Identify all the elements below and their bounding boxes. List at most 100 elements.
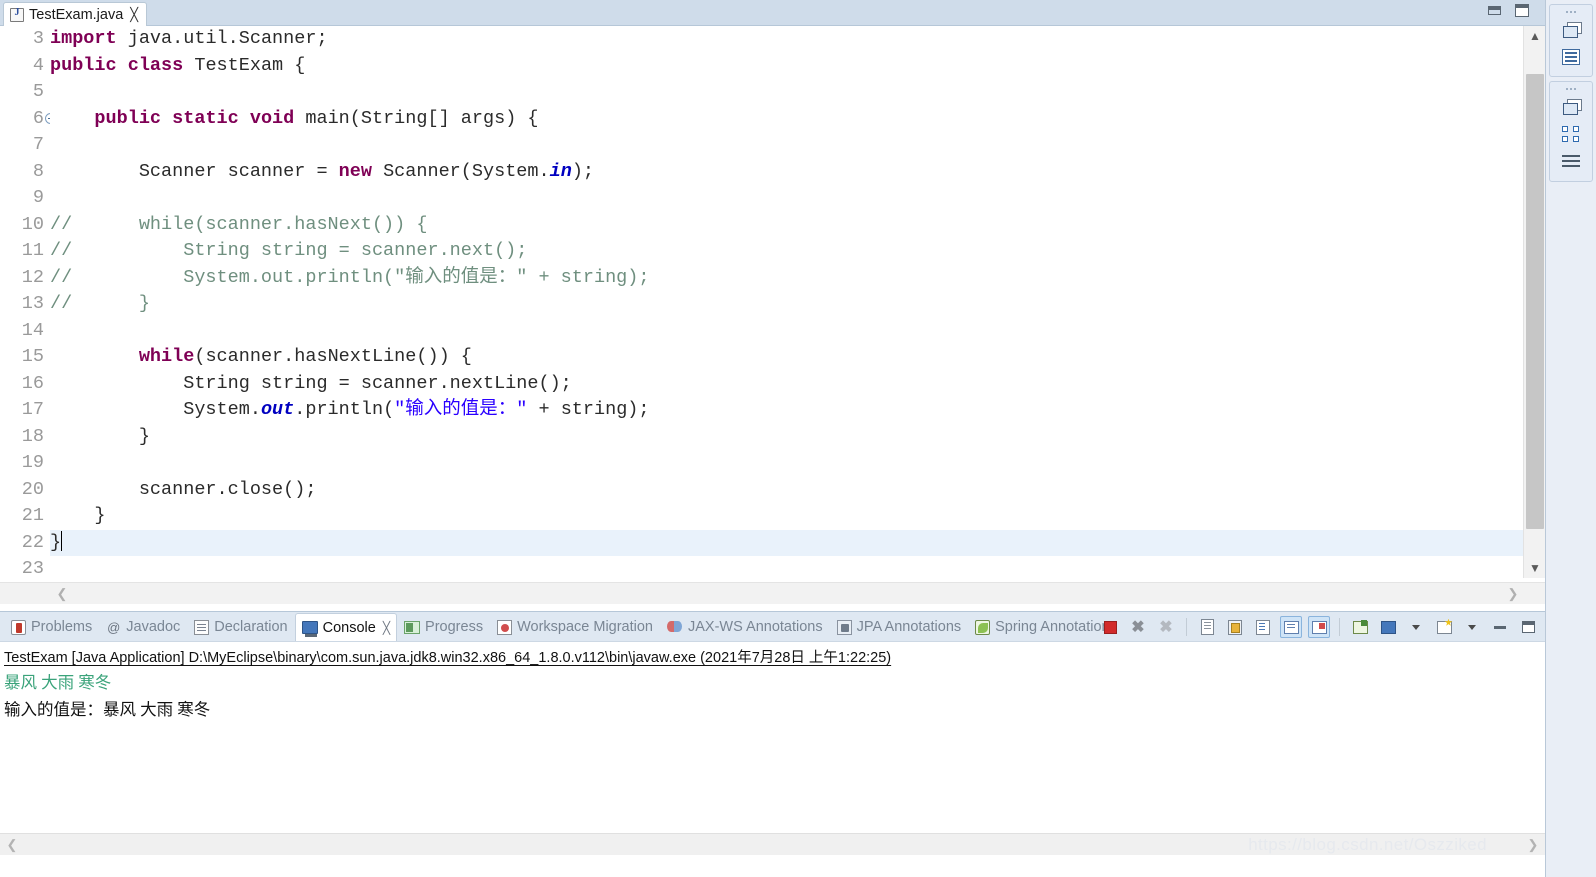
code-line[interactable]: } <box>50 503 1523 530</box>
code-line[interactable]: // } <box>50 291 1523 318</box>
code-token-cmt: // } <box>50 293 150 314</box>
code-line[interactable]: // String string = scanner.next(); <box>50 238 1523 265</box>
scroll-down-icon[interactable]: ▼ <box>1524 558 1546 578</box>
console-view[interactable]: TestExam [Java Application] D:\MyEclipse… <box>0 641 1545 855</box>
line-number: 10 <box>0 212 44 239</box>
code-line[interactable]: // while(scanner.hasNext()) { <box>50 212 1523 239</box>
view-tab-problems[interactable]: Problems <box>4 614 99 640</box>
code-line[interactable]: while(scanner.hasNextLine()) { <box>50 344 1523 371</box>
line-number: 4 <box>0 53 44 80</box>
terminate-button[interactable] <box>1099 616 1121 638</box>
view-tab-progress[interactable]: Progress <box>397 614 490 640</box>
restore-view-button[interactable] <box>1550 92 1592 120</box>
jpa-icon <box>837 620 852 635</box>
line-number: 21 <box>0 503 44 530</box>
code-token-kw: public class <box>50 55 183 76</box>
view-tab-workspace-migration[interactable]: Workspace Migration <box>490 614 660 640</box>
editor-vertical-scrollbar[interactable]: ▲ ▼ <box>1523 26 1545 578</box>
outline-list-icon <box>1562 155 1580 169</box>
view-tab-label: Declaration <box>214 619 287 635</box>
code-line[interactable] <box>50 79 1523 106</box>
editor-horizontal-scrollbar[interactable]: ❮ ❯ <box>0 582 1545 604</box>
code-token-plain: (scanner.hasNextLine()) { <box>194 346 472 367</box>
editor-window-controls <box>1488 4 1529 17</box>
code-line[interactable] <box>50 450 1523 477</box>
code-line[interactable]: System.out.println("输入的值是：" + string); <box>50 397 1523 424</box>
clear-console-button[interactable] <box>1196 616 1218 638</box>
view-tab-label: Problems <box>31 619 92 635</box>
view-tab-javadoc[interactable]: @Javadoc <box>99 614 187 640</box>
editor-tab-label: TestExam.java <box>29 7 123 23</box>
scroll-up-icon[interactable]: ▲ <box>1524 26 1546 46</box>
monitor-icon <box>1381 621 1396 634</box>
open-console-button[interactable] <box>1433 616 1455 638</box>
source-code-text[interactable]: import java.util.Scanner;public class Te… <box>50 26 1523 578</box>
code-line[interactable] <box>50 556 1523 578</box>
display-selected-console-button[interactable] <box>1377 616 1399 638</box>
restore-view-button[interactable] <box>1550 15 1592 43</box>
code-line[interactable]: // System.out.println("输入的值是：" + string)… <box>50 265 1523 292</box>
remove-all-launches-button[interactable]: ✖ <box>1155 616 1177 638</box>
line-number: 9 <box>0 185 44 212</box>
show-console-on-error-button[interactable] <box>1308 616 1330 638</box>
line-number: 14 <box>0 318 44 345</box>
scroll-right-icon[interactable]: ❯ <box>1523 834 1543 856</box>
outline-list-button[interactable] <box>1550 148 1592 176</box>
code-line[interactable]: public static void main(String[] args) { <box>50 106 1523 133</box>
minimize-icon[interactable] <box>1488 6 1501 15</box>
code-line[interactable]: Scanner scanner = new Scanner(System.in)… <box>50 159 1523 186</box>
line-number: 22 <box>0 530 44 557</box>
code-line[interactable]: scanner.close(); <box>50 477 1523 504</box>
drag-handle-dots[interactable] <box>1550 85 1592 92</box>
code-line[interactable]: String string = scanner.nextLine(); <box>50 371 1523 398</box>
line-number-ruler: 34567891011121314151617181920212223 <box>0 26 50 578</box>
close-icon[interactable]: ╳ <box>130 8 138 21</box>
java-editor[interactable]: 34567891011121314151617181920212223 impo… <box>0 26 1545 604</box>
line-number: 13 <box>0 291 44 318</box>
maximize-icon[interactable] <box>1515 4 1529 17</box>
scroll-right-icon[interactable]: ❯ <box>1503 583 1523 605</box>
chevron-down-icon <box>1412 625 1420 630</box>
scroll-lock-button[interactable] <box>1224 616 1246 638</box>
scroll-left-icon[interactable]: ❮ <box>52 583 72 605</box>
code-line[interactable] <box>50 185 1523 212</box>
remove-launch-button[interactable]: ✖ <box>1127 616 1149 638</box>
view-tab-bar: Problems @Javadoc Declaration Console╳Progr… <box>0 611 1545 641</box>
close-icon[interactable]: ╳ <box>383 621 390 635</box>
editor-tab-testexam[interactable]: TestExam.java ╳ <box>3 2 147 26</box>
code-line[interactable]: } <box>50 530 1523 557</box>
maximize-view-button[interactable] <box>1517 616 1539 638</box>
remove-icon: ✖ <box>1131 617 1144 637</box>
view-tab-label: JPA Annotations <box>857 619 962 635</box>
view-tab-console[interactable]: Console╳ <box>295 613 397 641</box>
drag-handle-dots[interactable] <box>1550 8 1592 15</box>
code-line[interactable] <box>50 318 1523 345</box>
pin-console-button[interactable] <box>1349 616 1371 638</box>
view-tab-declaration[interactable]: Declaration <box>187 614 294 640</box>
console-output[interactable]: 暴风 大雨 寒冬输入的值是：暴风 大雨 寒冬 <box>0 671 1545 721</box>
display-selected-console-dropdown[interactable] <box>1405 616 1427 638</box>
line-number: 18 <box>0 424 44 451</box>
line-number: 8 <box>0 159 44 186</box>
outline-view-button[interactable] <box>1550 43 1592 71</box>
open-console-dropdown[interactable] <box>1461 616 1483 638</box>
package-explorer-button[interactable] <box>1550 120 1592 148</box>
scrollbar-thumb[interactable] <box>1526 74 1544 529</box>
code-line[interactable]: } <box>50 424 1523 451</box>
code-token-plain: ); <box>572 161 594 182</box>
show-console-on-output-button[interactable] <box>1280 616 1302 638</box>
code-line[interactable]: import java.util.Scanner; <box>50 26 1523 53</box>
code-line[interactable]: public class TestExam { <box>50 53 1523 80</box>
word-wrap-button[interactable] <box>1252 616 1274 638</box>
code-line[interactable] <box>50 132 1523 159</box>
display-console-error-icon <box>1312 621 1327 634</box>
line-number: 7 <box>0 132 44 159</box>
scroll-left-icon[interactable]: ❮ <box>2 834 22 856</box>
stop-icon <box>1104 621 1117 634</box>
code-token-plain: } <box>50 505 106 526</box>
view-tab-jpa-annotations[interactable]: JPA Annotations <box>830 614 969 640</box>
view-tab-jax-ws-annotations[interactable]: JAX-WS Annotations <box>660 614 830 640</box>
minimize-view-button[interactable] <box>1489 616 1511 638</box>
toolbar-separator <box>1186 618 1187 636</box>
code-token-plain: String string = scanner.nextLine(); <box>50 373 572 394</box>
